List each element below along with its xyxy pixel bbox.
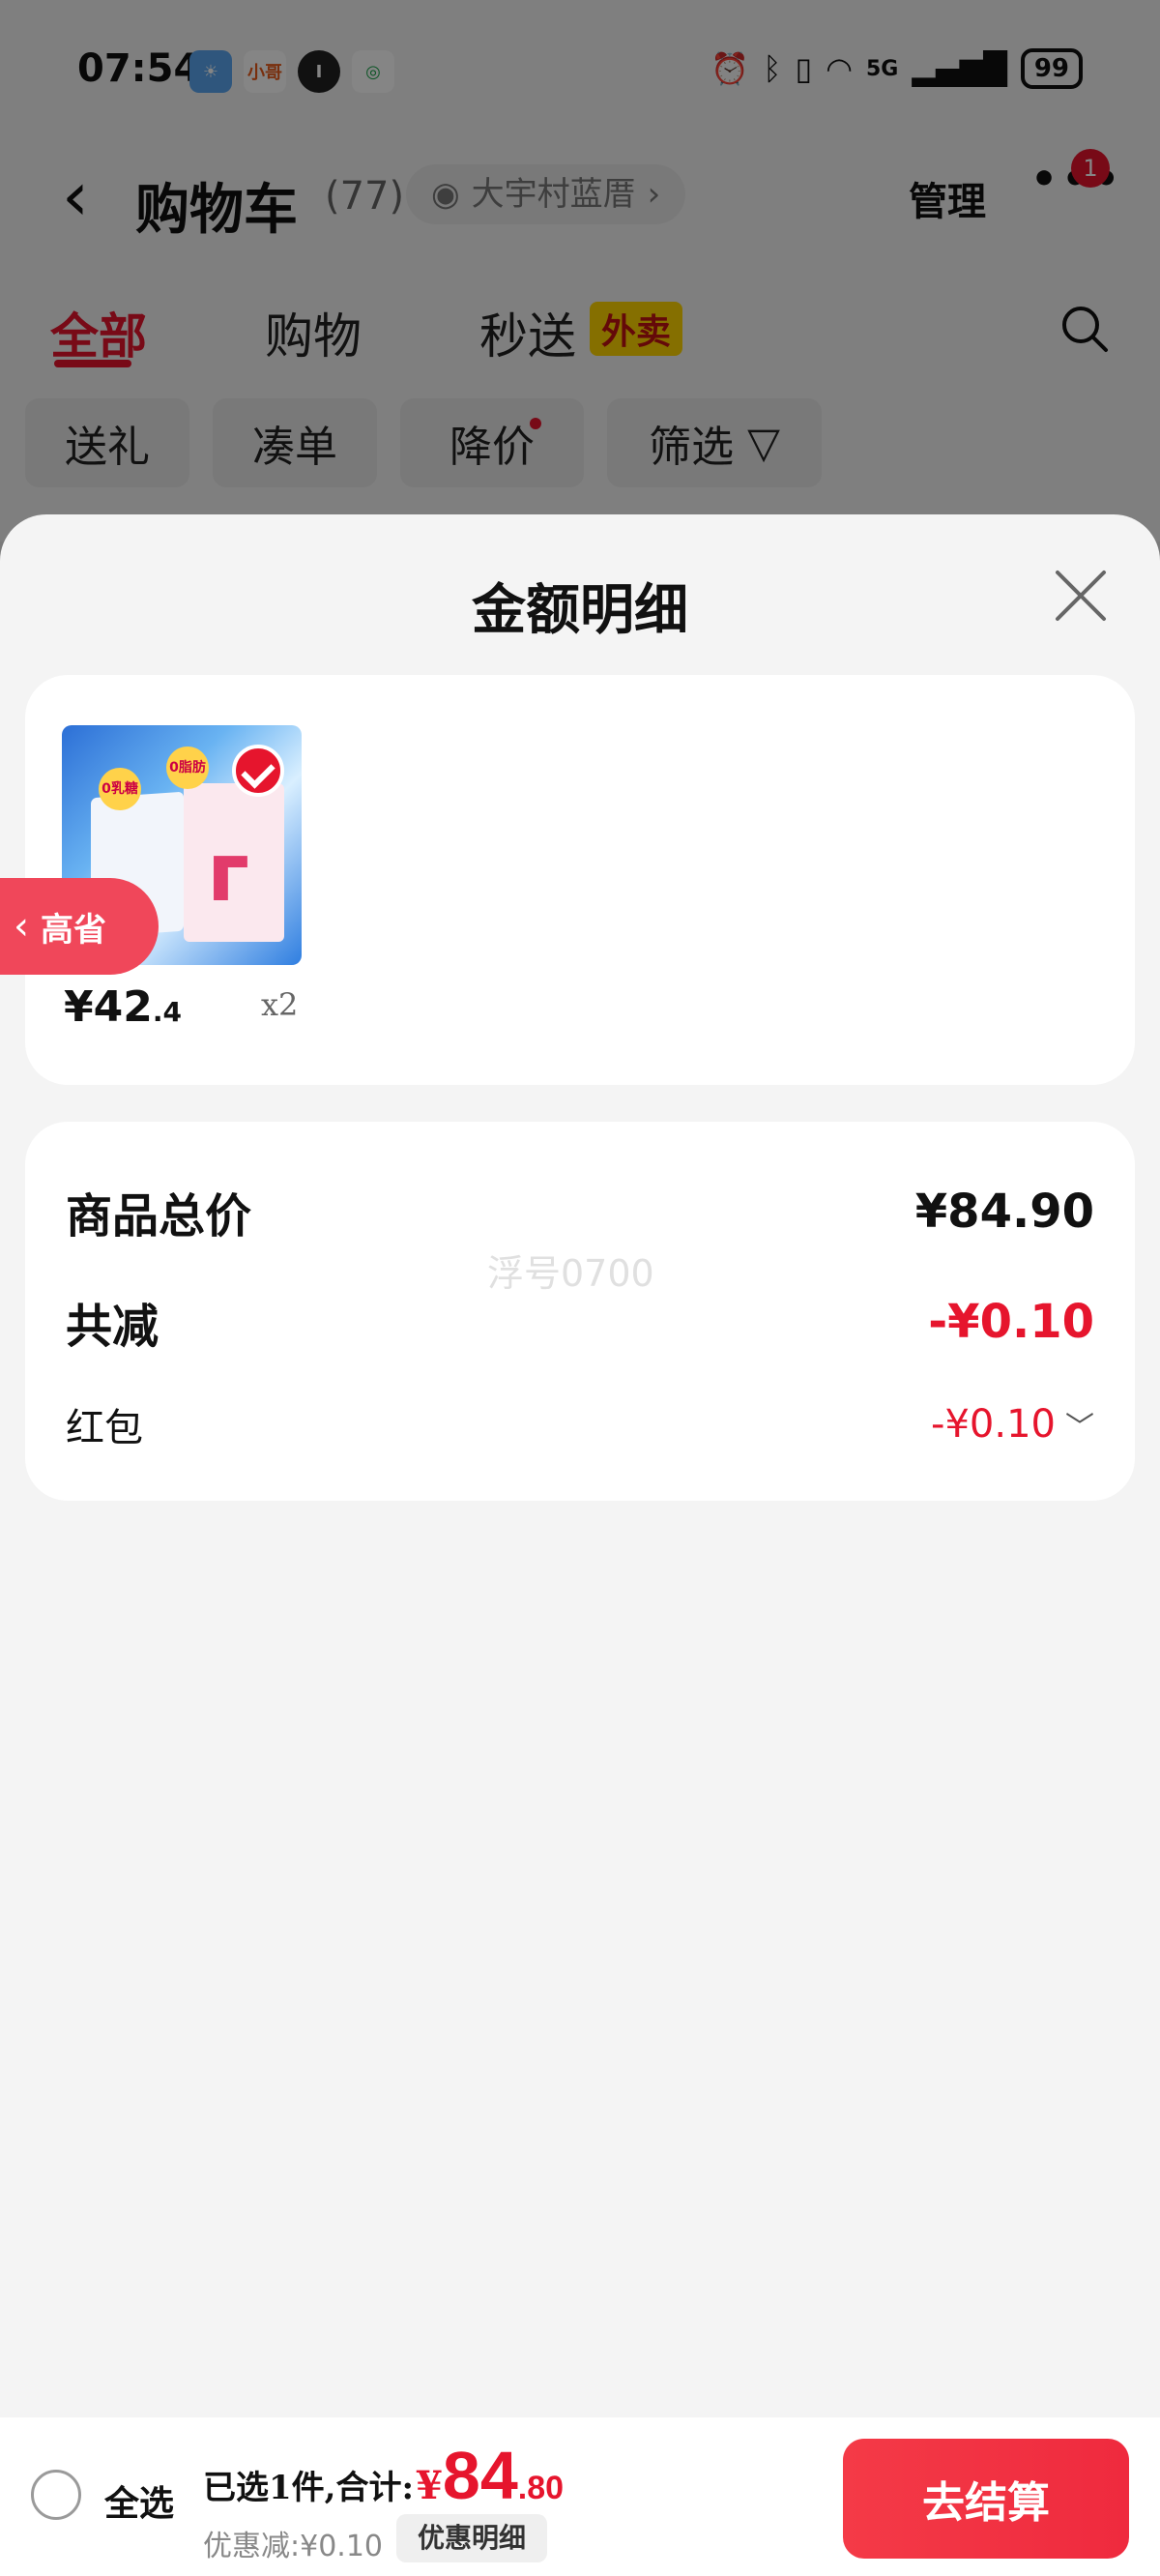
total-price-row: 商品总价 ¥84.90 — [66, 1178, 1094, 1245]
discount-text: 优惠减:¥0.10 — [203, 2530, 383, 2563]
total-reduction-value: -¥0.10 — [928, 1295, 1094, 1349]
product-quantity: x2 — [261, 986, 299, 1023]
save-more-tab[interactable]: ‹ 高省 — [0, 878, 159, 975]
checkout-bar: 全选 已选1件,合计: ¥ 84 .80 优惠减:¥0.10 优惠明细 去结算 — [0, 2417, 1160, 2576]
watermark: 浮号0700 — [487, 1252, 654, 1295]
close-icon[interactable] — [1050, 565, 1112, 627]
red-packet-row[interactable]: 红包 -¥0.10 ﹀ — [66, 1396, 1094, 1452]
checkout-label: 去结算 — [922, 2478, 1050, 2528]
checkout-button[interactable]: 去结算 — [843, 2439, 1129, 2559]
price-main: ¥42 — [64, 982, 153, 1032]
product-price: ¥42.4 — [64, 982, 182, 1032]
selected-total: 已选1件,合计: ¥ 84 .80 — [203, 2437, 564, 2514]
red-packet-label: 红包 — [66, 1406, 143, 1450]
sheet-title: 金额明细 — [472, 578, 688, 642]
product-sticker: 0脂肪 — [166, 746, 209, 789]
discount-detail-button[interactable]: 优惠明细 — [396, 2514, 548, 2562]
chevron-down-icon: ﹀ — [1065, 1411, 1094, 1445]
product-sticker: 0乳糖 — [99, 768, 141, 810]
total-price-label: 商品总价 — [66, 1189, 252, 1244]
total-reduction-label: 共减 — [66, 1300, 160, 1354]
price-decimal: .4 — [152, 996, 182, 1028]
total-integer: 84 — [442, 2438, 518, 2513]
select-all-label[interactable]: 全选 — [104, 2475, 174, 2526]
total-price-value: ¥84.90 — [914, 1185, 1094, 1239]
total-reduction-row: 共减 -¥0.10 — [66, 1288, 1094, 1356]
red-packet-value: -¥0.10 — [931, 1402, 1056, 1447]
total-decimal: .80 — [517, 2470, 565, 2506]
product-card: ᴦ 0乳糖 0脂肪 ¥42.4 x2 — [25, 675, 1135, 1085]
price-summary-card: 商品总价 ¥84.90 共减 -¥0.10 红包 -¥0.10 ﹀ 浮号0700 — [25, 1122, 1135, 1501]
runner-graphic: ᴦ — [207, 825, 251, 920]
chevron-left-icon: ‹ — [14, 904, 29, 949]
selected-check-icon — [232, 745, 284, 797]
select-all-radio[interactable] — [31, 2470, 81, 2520]
modal-overlay[interactable] — [0, 0, 1160, 542]
currency-symbol: ¥ — [416, 2463, 443, 2508]
red-packet-value-group: -¥0.10 ﹀ — [931, 1402, 1094, 1447]
save-more-label: 高省 — [41, 910, 106, 950]
selected-count-text: 已选1件,合计: — [203, 2469, 415, 2507]
amount-detail-sheet: 金额明细 ᴦ 0乳糖 0脂肪 ¥42.4 x2 商品总价 ¥84.90 共减 -… — [0, 514, 1160, 2417]
